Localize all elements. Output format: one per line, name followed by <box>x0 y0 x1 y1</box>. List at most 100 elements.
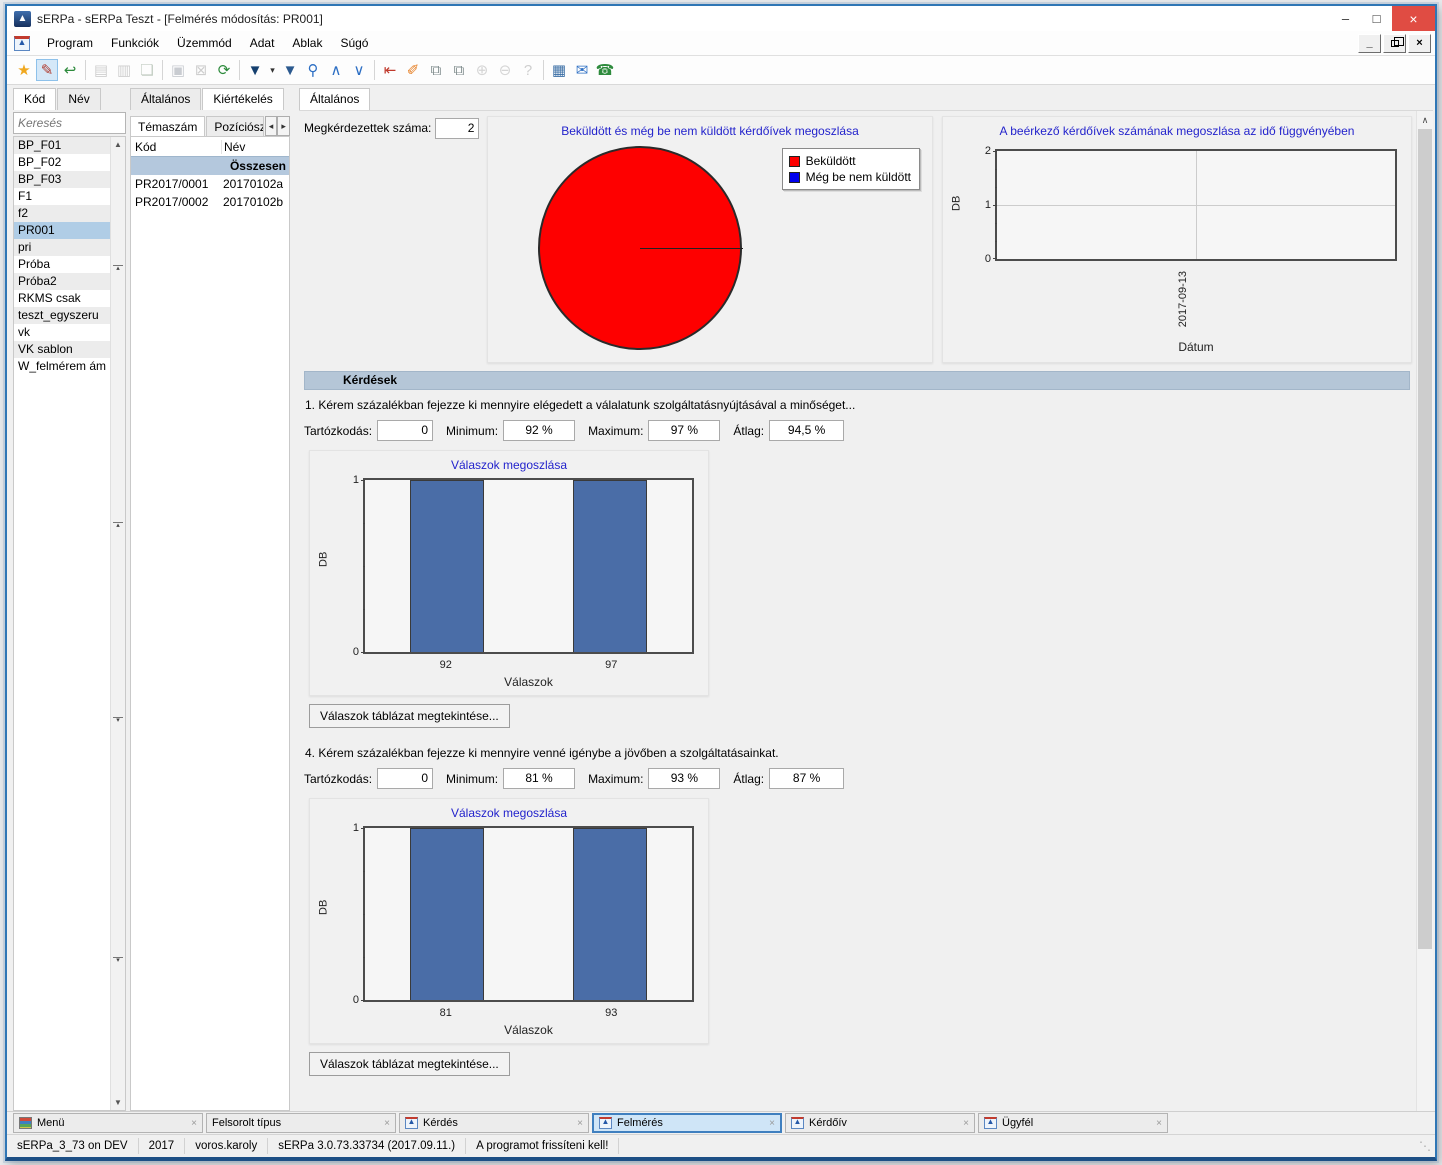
search-icon[interactable]: ⚲ <box>302 59 324 81</box>
menu-item-súgó[interactable]: Súgó <box>331 33 377 53</box>
subtab-scroll-right-icon[interactable]: ▸ <box>277 116 290 136</box>
tab-close-icon[interactable]: × <box>191 1118 197 1129</box>
print-icon[interactable]: ▤ <box>90 59 112 81</box>
filter-doc-icon[interactable]: ▼ <box>279 59 301 81</box>
abstain-field[interactable]: 0 <box>377 768 433 789</box>
tab-close-icon[interactable]: × <box>577 1118 583 1129</box>
list-item[interactable]: Próba2 <box>14 273 110 290</box>
maximum-field[interactable]: 97 % <box>648 420 720 441</box>
mdi-restore-button[interactable] <box>1383 34 1406 53</box>
list-item[interactable]: RKMS csak <box>14 290 110 307</box>
close-button[interactable]: × <box>1392 6 1435 31</box>
prev-icon[interactable]: ∧ <box>325 59 347 81</box>
resize-grip-icon[interactable]: ⋱ <box>1419 1139 1435 1153</box>
list-item[interactable]: f2 <box>14 205 110 222</box>
form-tab-felsorolt-t-pus[interactable]: Felsorolt típus× <box>206 1113 396 1133</box>
maximize-button[interactable]: □ <box>1361 6 1392 31</box>
mdi-close-button[interactable]: × <box>1408 34 1431 53</box>
calculator-icon[interactable]: ▦ <box>548 59 570 81</box>
annotate-icon[interactable]: ✐ <box>402 59 424 81</box>
sidebar-scrollbar[interactable]: ▲ ▴ ▴ ▾ ▾ ▼ <box>110 137 125 1110</box>
scroll-mark-icon[interactable]: ▾ <box>113 717 123 724</box>
tab-close-icon[interactable]: × <box>963 1118 969 1129</box>
list-item[interactable]: W_felmérem ám <box>14 358 110 375</box>
form-tab-felm-r-s[interactable]: Felmérés× <box>592 1113 782 1133</box>
scroll-up-icon[interactable]: ∧ <box>1417 115 1433 126</box>
list-item[interactable]: F1 <box>14 188 110 205</box>
next-icon[interactable]: ∨ <box>348 59 370 81</box>
sidebar-tab-kod[interactable]: Kód <box>13 88 56 110</box>
list-item[interactable]: BP_F03 <box>14 171 110 188</box>
list-item[interactable]: vk <box>14 324 110 341</box>
tab-altalanos[interactable]: Általános <box>130 88 201 110</box>
form-tab-men-[interactable]: Menü× <box>13 1113 203 1133</box>
minimum-field[interactable]: 81 % <box>503 768 575 789</box>
copy-forward-icon[interactable]: ⧉ <box>425 59 447 81</box>
add-circle-icon[interactable]: ⊕ <box>471 59 493 81</box>
table-row[interactable]: PR2017/000120170102a <box>131 175 289 193</box>
filter-caret-icon[interactable]: ▾ <box>267 59 278 81</box>
attachment-icon[interactable]: ❏ <box>136 59 158 81</box>
print-list-icon[interactable]: ▥ <box>113 59 135 81</box>
revert-icon[interactable]: ↩ <box>59 59 81 81</box>
average-field[interactable]: 87 % <box>769 768 844 789</box>
tab-close-icon[interactable]: × <box>1156 1118 1162 1129</box>
maximum-field[interactable]: 93 % <box>648 768 720 789</box>
subtab-scroll-left-icon[interactable]: ◂ <box>265 116 278 136</box>
tab-kiertekeles[interactable]: Kiértékelés <box>202 88 283 110</box>
phone-icon[interactable]: ☎ <box>594 59 616 81</box>
list-item[interactable]: pri <box>14 239 110 256</box>
list-item[interactable]: teszt_egyszeru <box>14 307 110 324</box>
abstain-field[interactable]: 0 <box>377 420 433 441</box>
list-item[interactable]: BP_F02 <box>14 154 110 171</box>
respondents-value-field[interactable]: 2 <box>435 118 479 139</box>
scroll-mark-icon[interactable]: ▴ <box>113 522 123 529</box>
scroll-down-icon[interactable]: ▼ <box>111 1098 125 1107</box>
edit-icon[interactable]: ✎ <box>36 59 58 81</box>
menu-item-funkciók[interactable]: Funkciók <box>102 33 168 53</box>
menu-item-program[interactable]: Program <box>38 33 102 53</box>
scroll-up-icon[interactable]: ▲ <box>111 140 125 149</box>
form-tab--gyf-l[interactable]: Ügyfél× <box>978 1113 1168 1133</box>
answers-table-button[interactable]: Válaszok táblázat megtekintése... <box>309 1052 510 1076</box>
minimize-button[interactable]: – <box>1330 6 1361 31</box>
assign-icon[interactable]: ⇤ <box>379 59 401 81</box>
table-header[interactable]: Kód Név <box>131 137 289 157</box>
new-icon[interactable]: ★ <box>13 59 35 81</box>
list-item[interactable]: PR001 <box>14 222 110 239</box>
scroll-mark-icon[interactable]: ▴ <box>113 265 123 272</box>
menu-item-adat[interactable]: Adat <box>241 33 284 53</box>
mdi-minimize-button[interactable]: _ <box>1358 34 1381 53</box>
minimum-field[interactable]: 92 % <box>503 420 575 441</box>
list-item[interactable]: VK sablon <box>14 341 110 358</box>
list-item[interactable]: BP_F01 <box>14 137 110 154</box>
tab-close-icon[interactable]: × <box>384 1118 390 1129</box>
sidebar-tab-nev[interactable]: Név <box>57 88 100 110</box>
average-field[interactable]: 94,5 % <box>769 420 844 441</box>
save-icon[interactable]: ▣ <box>167 59 189 81</box>
subtab-pozicioszam[interactable]: Pozíciószá <box>206 116 263 136</box>
mail-icon[interactable]: ✉ <box>571 59 593 81</box>
filter-icon[interactable]: ▼ <box>244 59 266 81</box>
subtab-temaszam[interactable]: Témaszám <box>130 116 205 136</box>
menu-item-ablak[interactable]: Ablak <box>283 33 331 53</box>
copy-back-icon[interactable]: ⧉ <box>448 59 470 81</box>
list-item[interactable]: Próba <box>14 256 110 273</box>
help-doc-icon[interactable]: ? <box>517 59 539 81</box>
search-input[interactable] <box>13 112 126 134</box>
tab-close-icon[interactable]: × <box>769 1118 775 1129</box>
form-tab-k-rd-s[interactable]: Kérdés× <box>399 1113 589 1133</box>
table-row[interactable]: PR2017/000220170102b <box>131 193 289 211</box>
pie-chart-title: Beküldött és még be nem küldött kérdőíve… <box>488 117 932 138</box>
save-refresh-icon[interactable]: ⟳ <box>213 59 235 81</box>
menu-item-üzemmód[interactable]: Üzemmód <box>168 33 241 53</box>
answers-table-button[interactable]: Válaszok táblázat megtekintése... <box>309 704 510 728</box>
content-tab-altalanos[interactable]: Általános <box>299 88 370 110</box>
table-summary-row[interactable]: Összesen <box>131 157 289 175</box>
remove-circle-icon[interactable]: ⊖ <box>494 59 516 81</box>
save-cancel-icon[interactable]: ⊠ <box>190 59 212 81</box>
scroll-mark-icon[interactable]: ▾ <box>113 957 123 964</box>
form-tab-k-rd-v[interactable]: Kérdőív× <box>785 1113 975 1133</box>
content-scrollbar[interactable]: ∧ <box>1416 111 1433 1111</box>
scrollbar-thumb[interactable] <box>1418 129 1432 949</box>
